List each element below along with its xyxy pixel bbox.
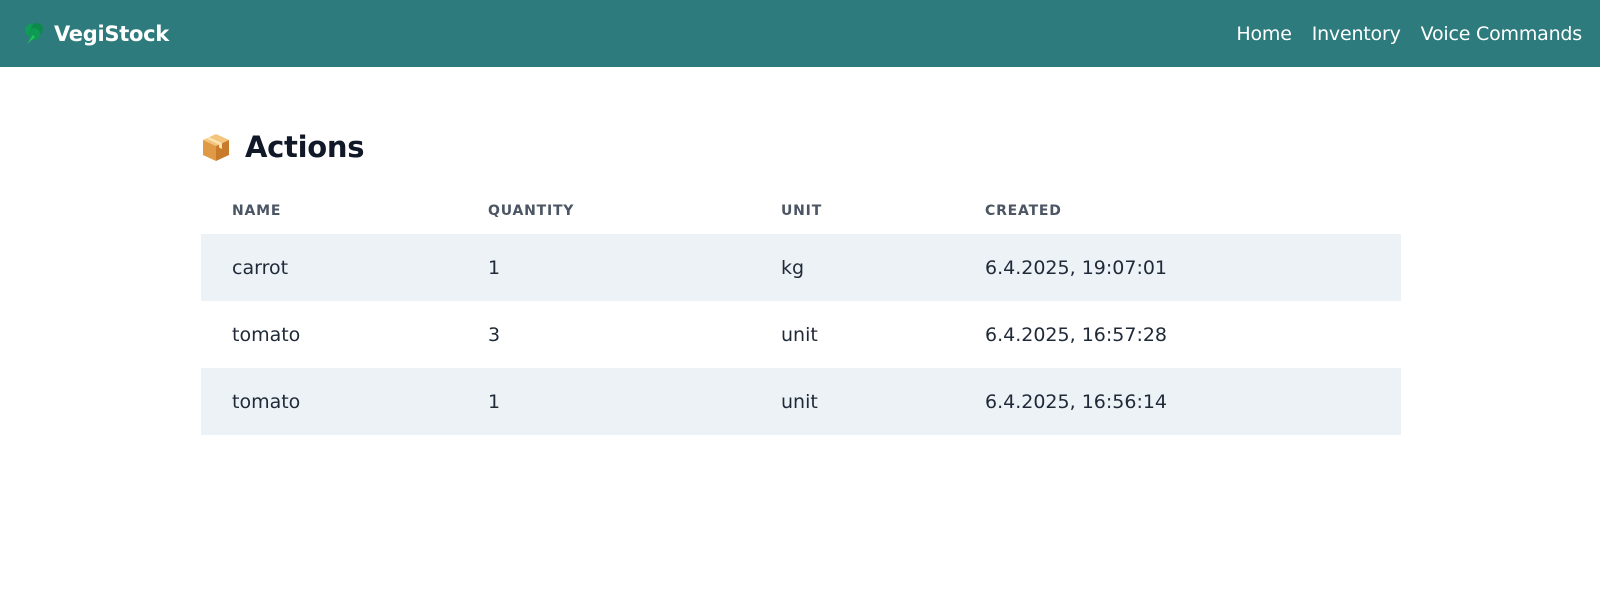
- cell-quantity: 1: [457, 368, 750, 435]
- package-box-icon: [201, 132, 231, 162]
- actions-table: Name Quantity Unit Created carrot 1 kg 6…: [201, 187, 1401, 435]
- column-header-unit: Unit: [781, 202, 823, 219]
- cell-unit: unit: [750, 301, 954, 368]
- page-header: Actions: [201, 128, 1401, 166]
- column-header-quantity: Quantity: [488, 202, 575, 219]
- main-content: Actions Name Quantity Unit Created carro…: [201, 128, 1401, 435]
- column-header-name: Name: [232, 202, 282, 219]
- table-row: tomato 1 unit 6.4.2025, 16:56:14: [201, 368, 1401, 435]
- cell-unit: kg: [750, 234, 954, 301]
- nav-links: Home Inventory Voice Commands: [1236, 23, 1582, 45]
- cell-quantity: 1: [457, 234, 750, 301]
- table-row: tomato 3 unit 6.4.2025, 16:57:28: [201, 301, 1401, 368]
- broccoli-icon: [22, 22, 46, 46]
- cell-created: 6.4.2025, 16:56:14: [954, 368, 1401, 435]
- top-navbar: VegiStock Home Inventory Voice Commands: [0, 0, 1600, 67]
- nav-link-home[interactable]: Home: [1236, 23, 1292, 45]
- cell-name: tomato: [201, 368, 457, 435]
- brand[interactable]: VegiStock: [22, 22, 169, 46]
- table-header-row: Name Quantity Unit Created: [201, 187, 1401, 234]
- cell-unit: unit: [750, 368, 954, 435]
- cell-name: carrot: [201, 234, 457, 301]
- cell-name: tomato: [201, 301, 457, 368]
- cell-created: 6.4.2025, 19:07:01: [954, 234, 1401, 301]
- page-title: Actions: [245, 130, 365, 164]
- nav-link-voice-commands[interactable]: Voice Commands: [1421, 23, 1583, 45]
- brand-name: VegiStock: [54, 21, 169, 46]
- table-row: carrot 1 kg 6.4.2025, 19:07:01: [201, 234, 1401, 301]
- cell-quantity: 3: [457, 301, 750, 368]
- nav-link-inventory[interactable]: Inventory: [1312, 23, 1401, 45]
- column-header-created: Created: [985, 202, 1062, 219]
- cell-created: 6.4.2025, 16:57:28: [954, 301, 1401, 368]
